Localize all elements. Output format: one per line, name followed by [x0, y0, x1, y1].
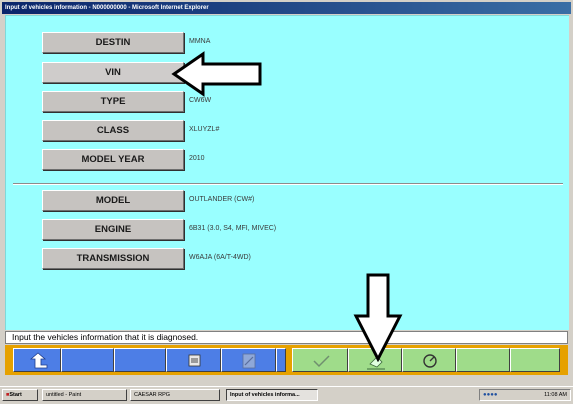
- taskbar-item-paint-label: untitled - Paint: [46, 392, 82, 398]
- toolbar-blank-2[interactable]: [114, 348, 166, 372]
- function-toolbar: [5, 345, 568, 375]
- model-year-button[interactable]: MODEL YEAR: [42, 149, 184, 170]
- return-icon: [29, 352, 48, 369]
- vehicle-info-panel: DESTIN MMNA VIN TYPE CW6W CLASS XLUYZL# …: [5, 15, 569, 330]
- print-icon: [188, 354, 201, 367]
- type-button[interactable]: TYPE: [42, 91, 184, 112]
- windows-taskbar: ■Start untitled - Paint CAESAR RPG Input…: [0, 386, 573, 404]
- engine-button[interactable]: ENGINE: [42, 219, 184, 240]
- window-title: Input of vehicles information - N0000000…: [5, 5, 209, 11]
- confirm-button[interactable]: [292, 348, 348, 372]
- clock: 11:08 AM: [544, 392, 567, 398]
- model-year-value: 2010: [189, 155, 205, 162]
- model-value: OUTLANDER (CW#): [189, 196, 255, 203]
- transmission-value: W6AJA (6A/T-4WD): [189, 254, 251, 261]
- engine-value: 6B31 (3.0, S4, MFI, MIVEC): [189, 225, 277, 232]
- return-button[interactable]: [13, 348, 61, 372]
- note-button[interactable]: [221, 348, 276, 372]
- status-message: Input the vehicles information that it i…: [12, 332, 199, 342]
- gauge-icon: [423, 354, 437, 368]
- taskbar-item-caesar[interactable]: CAESAR RPG: [130, 389, 220, 401]
- down-arrow-icon: [353, 273, 403, 362]
- section-divider: [13, 183, 563, 185]
- toolbar-blank-4[interactable]: [510, 348, 560, 372]
- note-icon: [242, 353, 256, 369]
- gauge-button[interactable]: [402, 348, 456, 372]
- taskbar-item-paint[interactable]: untitled - Paint: [42, 389, 127, 401]
- start-button[interactable]: ■Start: [2, 389, 38, 401]
- class-value: XLUYZL#: [189, 126, 220, 133]
- destin-value: MMNA: [189, 38, 211, 45]
- system-tray: ●●●● 11:08 AM: [479, 389, 571, 401]
- start-label: Start: [9, 392, 22, 398]
- tray-icons[interactable]: ●●●●: [483, 391, 498, 399]
- toolbar-spacer: [276, 348, 286, 372]
- checkmark-icon: [313, 355, 330, 368]
- status-message-bar: Input the vehicles information that it i…: [5, 331, 568, 344]
- transmission-button[interactable]: TRANSMISSION: [42, 248, 184, 269]
- ie-window: Input of vehicles information - N0000000…: [0, 0, 573, 386]
- title-bar[interactable]: Input of vehicles information - N0000000…: [2, 2, 571, 14]
- taskbar-item-ie[interactable]: Input of vehicles informa...: [226, 389, 318, 401]
- destin-button[interactable]: DESTIN: [42, 32, 184, 53]
- taskbar-item-ie-label: Input of vehicles informa...: [230, 392, 300, 398]
- model-button[interactable]: MODEL: [42, 190, 184, 211]
- class-button[interactable]: CLASS: [42, 120, 184, 141]
- vin-button[interactable]: VIN: [42, 62, 184, 83]
- taskbar-item-caesar-label: CAESAR RPG: [134, 392, 171, 398]
- print-button[interactable]: [166, 348, 221, 372]
- left-arrow-icon: [171, 51, 262, 97]
- toolbar-blank-1[interactable]: [61, 348, 114, 372]
- toolbar-blank-3[interactable]: [456, 348, 510, 372]
